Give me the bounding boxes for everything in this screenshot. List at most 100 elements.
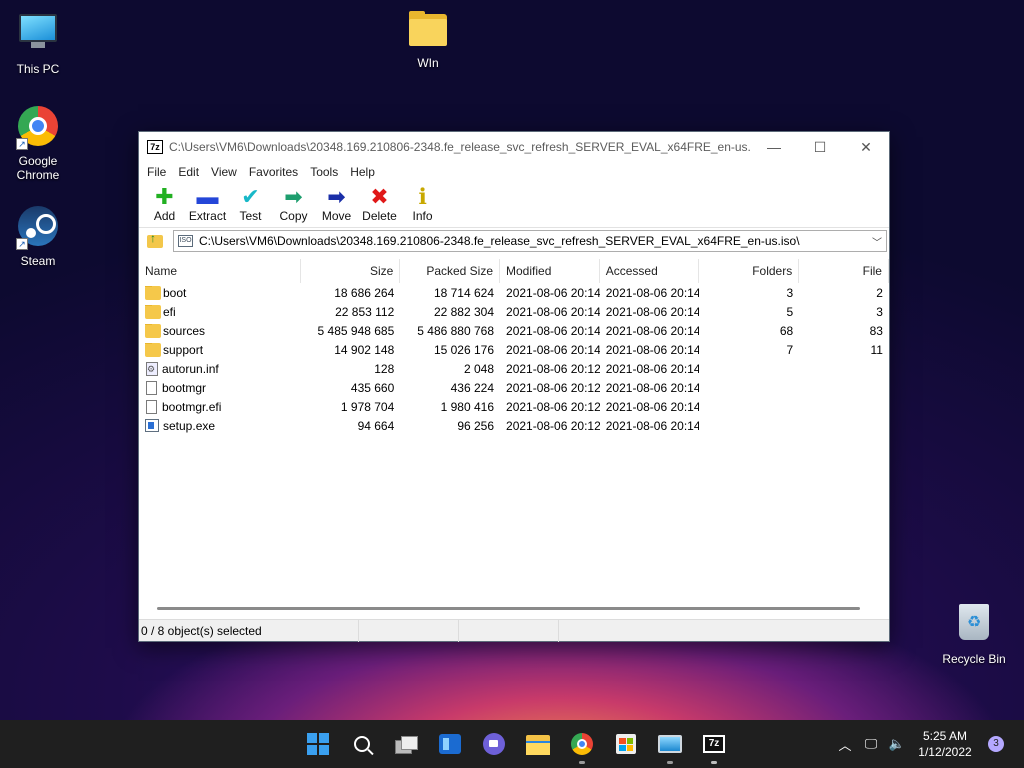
up-folder-icon: [147, 231, 163, 248]
menu-favorites[interactable]: Favorites: [243, 165, 304, 179]
table-row[interactable]: support 14 902 148 15 026 176 2021-08-06…: [139, 340, 889, 359]
desktop-icon-google-chrome[interactable]: ↗ Google Chrome: [0, 104, 76, 182]
table-row[interactable]: setup.exe 94 664 96 256 2021-08-06 20:12…: [139, 416, 889, 435]
table-row[interactable]: efi 22 853 112 22 882 304 2021-08-06 20:…: [139, 302, 889, 321]
running-indicator: [579, 761, 585, 764]
column-header-size[interactable]: Size: [301, 259, 401, 283]
close-button[interactable]: ✕: [843, 132, 889, 162]
chevron-down-icon[interactable]: ﹀: [868, 234, 886, 249]
chevron-up-icon[interactable]: ︿: [832, 735, 858, 754]
row-size: 435 660: [350, 380, 395, 395]
menu-file[interactable]: File: [141, 165, 172, 179]
network-icon[interactable]: 🖵: [858, 736, 884, 752]
search-button[interactable]: [340, 720, 384, 768]
row-packed-size: 22 882 304: [433, 304, 495, 319]
folder-icon: [406, 8, 450, 52]
shortcut-arrow-icon: ↗: [16, 138, 28, 150]
column-header-packed-size[interactable]: Packed Size: [400, 259, 501, 283]
desktop-icon-win-folder[interactable]: WIn: [390, 8, 466, 70]
table-row[interactable]: bootmgr 435 660 436 224 2021-08-06 20:12…: [139, 378, 889, 397]
test-icon: ✔: [241, 184, 260, 209]
delete-button[interactable]: ✖ Delete: [358, 182, 401, 224]
address-path[interactable]: C:\Users\VM6\Downloads\20348.169.210806-…: [199, 234, 868, 248]
test-label: Test: [239, 209, 262, 223]
7zip-taskbar-button[interactable]: 7z: [692, 720, 736, 768]
settings-file-icon: [146, 361, 158, 376]
file-explorer-button[interactable]: [516, 720, 560, 768]
7zip-app-icon[interactable]: 7z: [147, 140, 163, 154]
table-row[interactable]: sources 5 485 948 685 5 486 880 768 2021…: [139, 321, 889, 340]
computer-icon: [16, 14, 60, 58]
remote-desktop-button[interactable]: [648, 720, 692, 768]
minimize-button[interactable]: —: [751, 132, 797, 162]
row-folders: 5: [786, 304, 794, 319]
copy-icon: ➡: [284, 184, 303, 209]
address-row: ISO C:\Users\VM6\Downloads\20348.169.210…: [139, 228, 889, 254]
row-accessed: 2021-08-06 20:14: [605, 304, 700, 319]
info-button[interactable]: ℹ Info: [401, 182, 444, 224]
status-cell: [459, 619, 559, 642]
row-name: bootmgr.efi: [162, 399, 222, 414]
chrome-icon: ↗: [16, 106, 60, 150]
status-bar: 0 / 8 object(s) selected: [139, 619, 889, 642]
row-accessed: 2021-08-06 20:14: [605, 323, 700, 338]
column-header-modified[interactable]: Modified: [500, 259, 600, 283]
column-header-name[interactable]: Name: [139, 259, 301, 283]
desktop-icon-label: Google Chrome: [16, 154, 60, 182]
notification-badge[interactable]: 3: [988, 736, 1004, 752]
row-packed-size: 2 048: [463, 361, 495, 376]
row-accessed: 2021-08-06 20:14: [605, 418, 700, 433]
clock[interactable]: 5:25 AM 1/12/2022: [910, 728, 980, 760]
steam-icon: ↗: [16, 206, 60, 250]
chrome-button[interactable]: [560, 720, 604, 768]
extract-button[interactable]: ▬ Extract: [186, 182, 229, 224]
table-row[interactable]: bootmgr.efi 1 978 704 1 980 416 2021-08-…: [139, 397, 889, 416]
desktop-icon-this-pc[interactable]: This PC: [0, 8, 76, 76]
up-folder-button[interactable]: [143, 230, 167, 252]
table-row[interactable]: autorun.inf 128 2 048 2021-08-06 20:12 2…: [139, 359, 889, 378]
row-size: 14 902 148: [334, 342, 395, 357]
desktop-icon-recycle-bin[interactable]: Recycle Bin: [936, 600, 1012, 666]
row-modified: 2021-08-06 20:12: [506, 380, 600, 395]
row-name: autorun.inf: [162, 361, 219, 376]
menu-tools[interactable]: Tools: [304, 165, 344, 179]
store-button[interactable]: [604, 720, 648, 768]
copy-button[interactable]: ➡ Copy: [272, 182, 315, 224]
title-bar[interactable]: 7z C:\Users\VM6\Downloads\20348.169.2108…: [139, 132, 889, 162]
task-view-button[interactable]: [384, 720, 428, 768]
menu-help[interactable]: Help: [344, 165, 381, 179]
desktop-icon-steam[interactable]: ↗ Steam: [0, 204, 76, 268]
move-icon: ➡: [327, 184, 346, 209]
chat-button[interactable]: [472, 720, 516, 768]
file-icon: [146, 380, 157, 395]
table-row[interactable]: boot 18 686 264 18 714 624 2021-08-06 20…: [139, 283, 889, 302]
row-modified: 2021-08-06 20:14: [506, 304, 600, 319]
column-header-folders[interactable]: Folders: [699, 259, 800, 283]
clock-date: 1/12/2022: [918, 745, 972, 759]
horizontal-scrollbar[interactable]: [157, 607, 860, 610]
row-size: 128: [374, 361, 395, 376]
row-name: boot: [163, 285, 187, 300]
row-modified: 2021-08-06 20:14: [506, 342, 600, 357]
shortcut-arrow-icon: ↗: [16, 238, 28, 250]
move-label: Move: [321, 209, 352, 223]
maximize-button[interactable]: ☐: [797, 132, 843, 162]
menu-edit[interactable]: Edit: [172, 165, 205, 179]
test-button[interactable]: ✔ Test: [229, 182, 272, 224]
widgets-button[interactable]: [428, 720, 472, 768]
column-header-files[interactable]: File: [799, 259, 889, 283]
start-button[interactable]: [296, 720, 340, 768]
column-header-accessed[interactable]: Accessed: [600, 259, 700, 283]
add-button[interactable]: ✚ Add: [143, 182, 186, 224]
7zip-window: 7z C:\Users\VM6\Downloads\20348.169.2108…: [138, 131, 890, 642]
volume-icon[interactable]: 🔈: [884, 736, 910, 752]
toolbar: ✚ Add ▬ Extract ✔ Test ➡ Copy ➡ Move ✖ D…: [139, 182, 889, 228]
address-bar[interactable]: ISO C:\Users\VM6\Downloads\20348.169.210…: [173, 230, 887, 252]
row-modified: 2021-08-06 20:12: [506, 399, 600, 414]
widgets-icon: [439, 734, 461, 754]
extract-icon: ▬: [196, 184, 219, 209]
move-button[interactable]: ➡ Move: [315, 182, 358, 224]
menu-view[interactable]: View: [205, 165, 243, 179]
row-size: 1 978 704: [340, 399, 395, 414]
row-modified: 2021-08-06 20:12: [506, 418, 600, 433]
